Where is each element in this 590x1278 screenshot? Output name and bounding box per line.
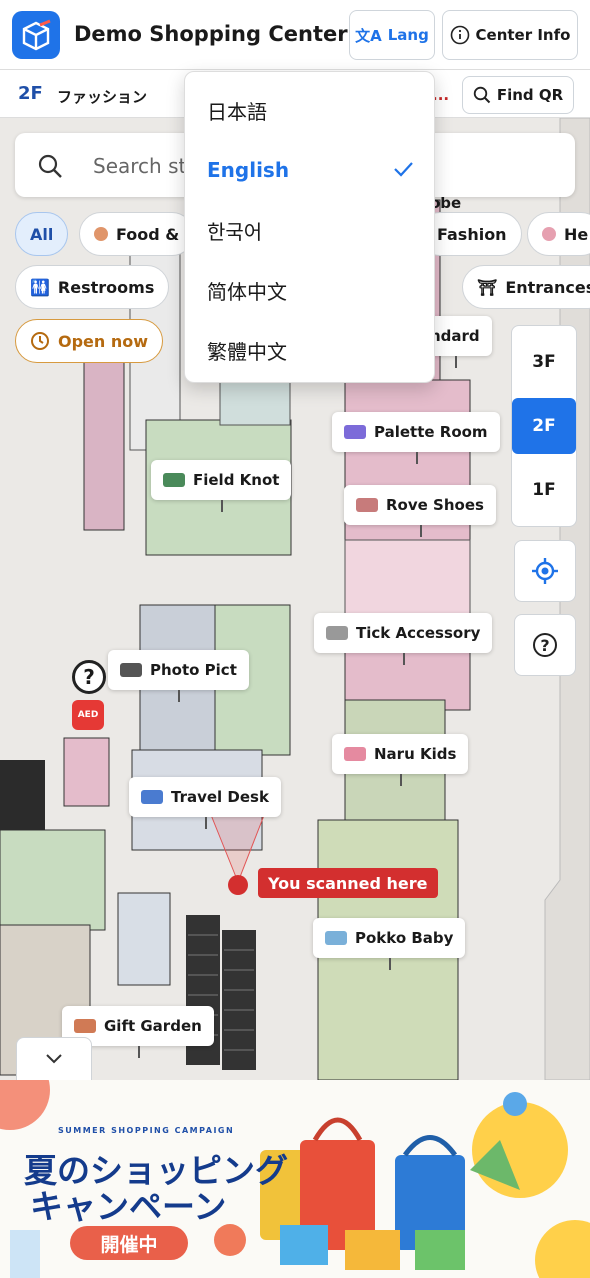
floor-button-2f[interactable]: 2F (512, 398, 576, 454)
store-logo-icon (325, 931, 347, 945)
store-label-palette-room[interactable]: Palette Room (332, 412, 500, 464)
store-label-tick-accessory[interactable]: Tick Accessory (314, 613, 493, 665)
store-label-field-knot[interactable]: Field Knot (151, 460, 292, 512)
store-logo-icon (326, 626, 348, 640)
chip-health[interactable]: He (527, 212, 590, 256)
locate-me-button[interactable] (514, 540, 576, 602)
locate-icon (532, 558, 558, 584)
chip-open-now[interactable]: Open now (15, 319, 164, 363)
floor-selector: 3F 2F 1F (511, 325, 577, 527)
collapse-banner-button[interactable] (16, 1037, 92, 1081)
language-option-japanese[interactable]: 日本語 (185, 80, 436, 140)
language-button-label: Lang (387, 26, 429, 44)
find-qr-label: Find QR (496, 86, 564, 104)
aed-icon: AED (72, 700, 104, 730)
restroom-icon: 🚻 (30, 277, 50, 297)
store-logo-icon (141, 790, 163, 804)
banner-subtitle: SUMMER SHOPPING CAMPAIGN (58, 1126, 235, 1135)
floor-button-1f[interactable]: 1F (512, 462, 576, 518)
chip-food[interactable]: Food & (79, 212, 195, 256)
store-label-travel-desk[interactable]: Travel Desk (129, 777, 281, 829)
store-logo-icon (344, 747, 366, 761)
store-logo-icon (74, 1019, 96, 1033)
store-label-rove-shoes[interactable]: Rove Shoes (344, 485, 496, 537)
translate-icon: 文A (355, 26, 382, 45)
language-menu: 日本語 English 한국어 简体中文 繁體中文 (184, 71, 435, 383)
food-dot-icon (94, 227, 108, 241)
you-are-here-label: You scanned here (258, 868, 438, 898)
checkmark-icon (394, 162, 413, 177)
clock-icon (31, 332, 49, 350)
store-label-pokko-baby[interactable]: Pokko Baby (313, 918, 466, 970)
chip-restrooms[interactable]: 🚻 Restrooms (15, 265, 170, 309)
entrance-icon: ⛩ (477, 277, 498, 297)
svg-text:?: ? (540, 636, 549, 655)
center-info-button[interactable]: Center Info (442, 10, 578, 60)
chevron-down-icon (46, 1054, 62, 1064)
language-option-korean[interactable]: 한국어 (185, 200, 436, 260)
language-button[interactable]: 文A Lang (349, 10, 435, 60)
language-option-simplified-chinese[interactable]: 简体中文 (185, 260, 436, 320)
chip-entrances[interactable]: ⛩ Entrances (462, 265, 590, 309)
health-dot-icon (542, 227, 556, 241)
chip-all[interactable]: All (15, 212, 69, 256)
help-point-icon: ? (72, 660, 106, 694)
search-icon (38, 154, 62, 178)
store-logo-icon (344, 425, 366, 439)
current-floor-label: 2F (18, 83, 43, 104)
info-icon (450, 25, 469, 45)
store-logo-icon (120, 663, 142, 677)
language-option-english[interactable]: English (185, 140, 436, 200)
floor-button-3f[interactable]: 3F (512, 334, 576, 390)
help-icon: ? (533, 633, 557, 657)
store-label-naru-kids[interactable]: Naru Kids (332, 734, 469, 786)
help-button[interactable]: ? (514, 614, 576, 676)
app-title: Demo Shopping Center (74, 22, 348, 46)
app-logo-icon (12, 11, 60, 59)
search-icon (473, 86, 491, 104)
center-info-label: Center Info (475, 26, 571, 44)
language-option-traditional-chinese[interactable]: 繁體中文 (185, 320, 436, 380)
app-header: Demo Shopping Center 文A Lang Center Info (0, 0, 590, 70)
store-logo-icon (163, 473, 185, 487)
banner-badge: 開催中 (70, 1226, 188, 1260)
search-input[interactable]: Search sto (93, 154, 199, 178)
find-qr-button[interactable]: Find QR (462, 76, 574, 114)
banner-title-line2: キャンペーン (30, 1187, 227, 1226)
current-floor-name: ファッション (57, 88, 148, 106)
store-label-photo-pict[interactable]: Photo Pict (108, 650, 249, 702)
store-logo-icon (356, 498, 378, 512)
